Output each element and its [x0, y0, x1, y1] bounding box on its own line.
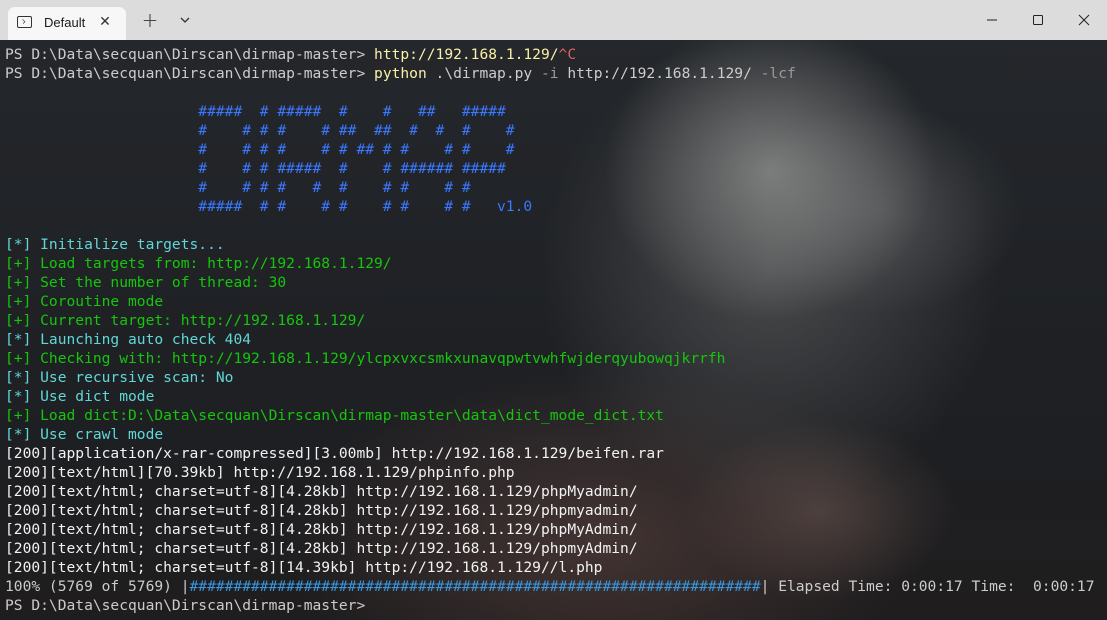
terminal-text: ########################################…	[189, 578, 761, 595]
window-close-button[interactable]	[1061, 0, 1107, 40]
terminal-line: ##### # # # # # # # # v1.0	[5, 197, 1095, 216]
terminal-line: ##### # ##### # # ## #####	[5, 102, 1095, 121]
terminal-icon	[17, 16, 32, 28]
terminal-text: [+] Checking with: http://192.168.1.129/…	[5, 350, 726, 367]
terminal-line: [*] Use crawl mode	[5, 425, 1095, 444]
terminal-line: # # # # # ## ## # # # #	[5, 121, 1095, 140]
terminal-line: [+] Current target: http://192.168.1.129…	[5, 311, 1095, 330]
terminal-text: # # # # # ## ## # # # #	[5, 122, 515, 139]
maximize-button[interactable]	[1015, 0, 1061, 40]
tab-default[interactable]: Default ✕	[8, 7, 126, 40]
terminal-text: http://192.168.1.129/	[567, 65, 761, 82]
terminal-line: # # # # # # ## # # # # #	[5, 140, 1095, 159]
terminal-text: ^C	[558, 46, 577, 63]
terminal-line: [200][text/html][70.39kb] http://192.168…	[5, 463, 1095, 482]
terminal-lines: PS D:\Data\secquan\Dirscan\dirmap-master…	[5, 45, 1095, 615]
terminal-text: http://192.168.1.129/	[374, 46, 559, 63]
terminal-text: [200][text/html; charset=utf-8][14.39kb]…	[5, 559, 603, 576]
plus-icon[interactable]: +	[140, 8, 160, 32]
terminal-text: # # # ##### # # ###### #####	[5, 160, 506, 177]
terminal-line: [200][text/html; charset=utf-8][4.28kb] …	[5, 501, 1095, 520]
terminal-line: 100% (5769 of 5769) |###################…	[5, 577, 1095, 596]
close-icon[interactable]: ✕	[96, 13, 114, 31]
terminal-line: PS D:\Data\secquan\Dirscan\dirmap-master…	[5, 596, 1095, 615]
terminal-text: PS D:\Data\secquan\Dirscan\dirmap-master…	[5, 65, 375, 82]
terminal-text: [+] Coroutine mode	[5, 293, 164, 310]
terminal-text: PS D:\Data\secquan\Dirscan\dirmap-master…	[5, 46, 375, 63]
terminal-text: [200][text/html; charset=utf-8][4.28kb] …	[5, 521, 638, 538]
terminal-text: # # # # # # ## # # # # #	[5, 141, 515, 158]
terminal-line: PS D:\Data\secquan\Dirscan\dirmap-master…	[5, 64, 1095, 83]
terminal-text: [+] Set the number of thread: 30	[5, 274, 287, 291]
terminal-text: ##### # ##### # # ## #####	[5, 103, 506, 120]
terminal-output[interactable]: PS D:\Data\secquan\Dirscan\dirmap-master…	[0, 40, 1107, 620]
terminal-line: # # # ##### # # ###### #####	[5, 159, 1095, 178]
terminal-line: [200][text/html; charset=utf-8][4.28kb] …	[5, 482, 1095, 501]
terminal-text: [+] Current target: http://192.168.1.129…	[5, 312, 366, 329]
terminal-text: [*] Initialize targets...	[5, 236, 225, 253]
terminal-line: [200][text/html; charset=utf-8][14.39kb]…	[5, 558, 1095, 577]
terminal-text: [*] Use crawl mode	[5, 426, 164, 443]
close-icon	[1078, 14, 1090, 26]
terminal-line: [*] Use dict mode	[5, 387, 1095, 406]
terminal-text: .\dirmap.py	[435, 65, 541, 82]
terminal-line: [*] Use recursive scan: No	[5, 368, 1095, 387]
terminal-window: Default ✕ + PS D:\Data\secquan\Dirscan\d…	[0, 0, 1107, 620]
terminal-text: [200][text/html; charset=utf-8][4.28kb] …	[5, 540, 638, 557]
terminal-line: [*] Launching auto check 404	[5, 330, 1095, 349]
terminal-text: [+] Load targets from: http://192.168.1.…	[5, 255, 392, 272]
terminal-line: [200][application/x-rar-compressed][3.00…	[5, 444, 1095, 463]
terminal-line: [+] Checking with: http://192.168.1.129/…	[5, 349, 1095, 368]
terminal-line: [*] Initialize targets...	[5, 235, 1095, 254]
title-bar: Default ✕ +	[0, 0, 1107, 40]
terminal-line: [+] Set the number of thread: 30	[5, 273, 1095, 292]
terminal-text: [200][text/html; charset=utf-8][4.28kb] …	[5, 502, 638, 519]
terminal-line: [+] Load dict:D:\Data\secquan\Dirscan\di…	[5, 406, 1095, 425]
terminal-line: [+] Load targets from: http://192.168.1.…	[5, 254, 1095, 273]
terminal-line: [+] Coroutine mode	[5, 292, 1095, 311]
minimize-icon	[987, 19, 997, 21]
terminal-text: 100% (5769 of 5769) |	[5, 578, 190, 595]
minimize-button[interactable]	[969, 0, 1015, 40]
terminal-text: [*] Use dict mode	[5, 388, 155, 405]
maximize-icon	[1033, 15, 1043, 25]
terminal-line: [200][text/html; charset=utf-8][4.28kb] …	[5, 539, 1095, 558]
terminal-line: # # # # # # # # # #	[5, 178, 1095, 197]
terminal-text: ##### # # # # # # # # v1.0	[5, 198, 533, 215]
terminal-text: # # # # # # # # # #	[5, 179, 471, 196]
terminal-text: | Elapsed Time: 0:00:17 Time: 0:00:17	[760, 578, 1095, 595]
terminal-text: -i	[540, 65, 568, 82]
terminal-text: [200][text/html; charset=utf-8][4.28kb] …	[5, 483, 638, 500]
tab-title: Default	[44, 15, 86, 30]
chevron-down-icon[interactable]	[178, 13, 192, 27]
terminal-text: [*] Use recursive scan: No	[5, 369, 234, 386]
terminal-text: [200][text/html][70.39kb] http://192.168…	[5, 464, 515, 481]
terminal-text: python	[374, 65, 436, 82]
terminal-text: PS D:\Data\secquan\Dirscan\dirmap-master…	[5, 597, 366, 614]
terminal-text: -lcf	[760, 65, 796, 82]
terminal-line: PS D:\Data\secquan\Dirscan\dirmap-master…	[5, 45, 1095, 64]
terminal-text: [200][application/x-rar-compressed][3.00…	[5, 445, 664, 462]
terminal-text: [*] Launching auto check 404	[5, 331, 252, 348]
terminal-line: [200][text/html; charset=utf-8][4.28kb] …	[5, 520, 1095, 539]
terminal-text: [+] Load dict:D:\Data\secquan\Dirscan\di…	[5, 407, 664, 424]
